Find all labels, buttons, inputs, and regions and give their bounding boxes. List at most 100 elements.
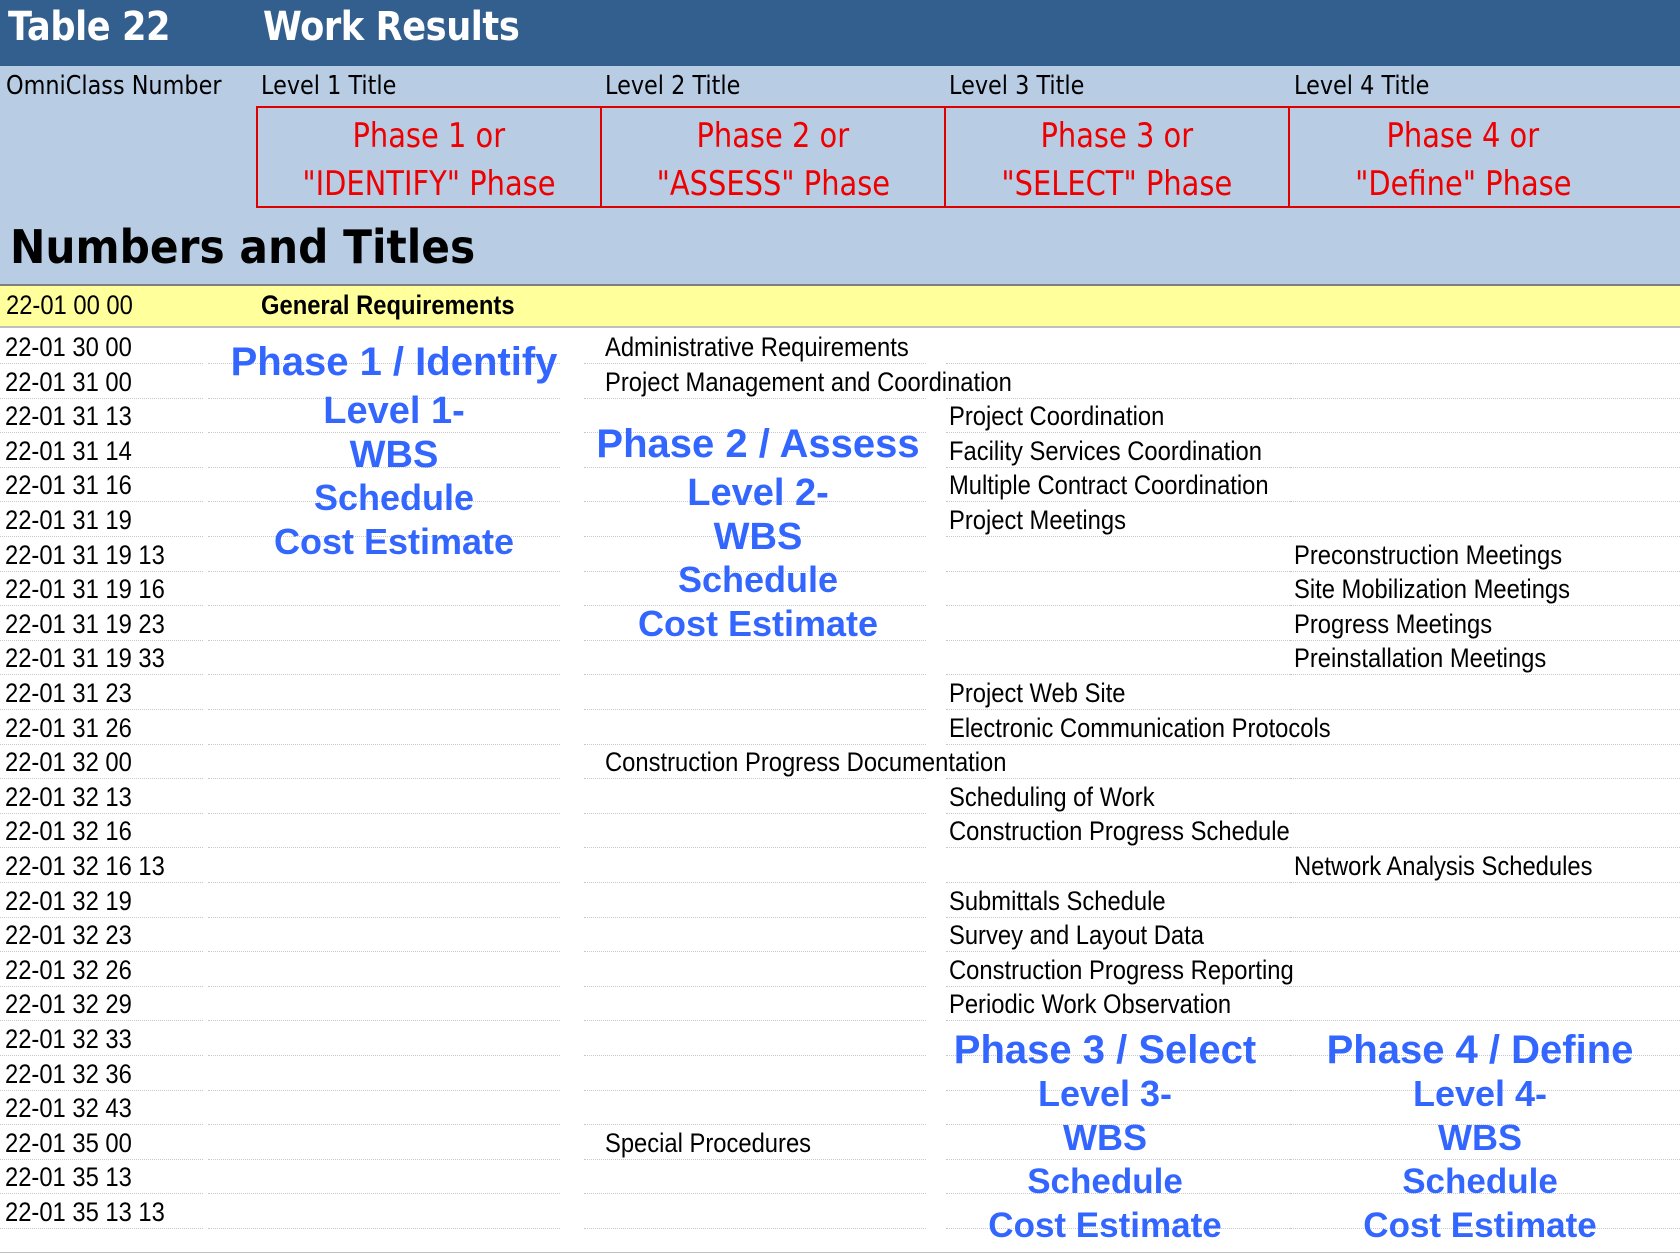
row-title: Project Meetings (949, 505, 1126, 535)
phase-2-line1: Phase 2 or (696, 116, 850, 156)
row-number: 22-01 32 16 (5, 816, 132, 847)
row-number: 22-01 35 13 13 (5, 1197, 165, 1227)
overlay-line: Phase 1 / Identify (230, 340, 558, 384)
row-number: 22-01 32 43 (5, 1093, 132, 1124)
section-title: Numbers and Titles (10, 220, 476, 274)
table-row[interactable]: 22-01 32 23 Survey and Layout Data (0, 917, 1680, 953)
row-number: 22-01 31 14 (5, 435, 132, 466)
row-title: Electronic Communication Protocols (949, 712, 1331, 743)
row-number: 22-01 31 19 23 (5, 608, 165, 639)
overlay-line: WBS (1063, 1117, 1147, 1158)
general-title: General Requirements (261, 290, 515, 320)
overlay-line: Level 2- (687, 472, 829, 514)
column-header-level-3[interactable]: Level 3 Title (949, 71, 1084, 101)
overlay-line: Schedule (1402, 1162, 1558, 1201)
table-name: Work Results (263, 4, 520, 50)
phase-1-box: Phase 1 or "IDENTIFY" Phase (256, 106, 602, 208)
overlay-line: Phase 3 / Select (953, 1028, 1257, 1072)
row-title: Scheduling of Work (949, 781, 1155, 812)
column-header-level-4[interactable]: Level 4 Title (1294, 71, 1429, 101)
phase-4-line2: "Define" Phase (1354, 164, 1572, 204)
overlay-line: Cost Estimate (637, 603, 879, 644)
table-row[interactable]: 22-01 32 19 Submittals Schedule (0, 883, 1680, 918)
column-header-row: OmniClass Number Level 1 Title Level 2 T… (0, 66, 1680, 106)
overlay-line: Level 4- (1412, 1073, 1548, 1114)
table-row[interactable]: 22-01 32 26 Construction Progress Reporti… (0, 952, 1680, 987)
row-number: 22-01 32 33 (5, 1024, 132, 1054)
column-header-omniclass-number[interactable]: OmniClass Number (6, 71, 222, 101)
column-header-level-2[interactable]: Level 2 Title (605, 71, 740, 101)
overlay-line: Level 3- (1037, 1073, 1173, 1114)
table-row[interactable]: 22-01 31 19 33 Preinstallation Meetings (0, 640, 1680, 676)
bottom-divider (0, 1252, 1680, 1253)
row-number: 22-01 31 00 (5, 366, 132, 397)
row-number: 22-01 31 19 13 (5, 539, 165, 570)
row-number: 22-01 31 26 (5, 712, 132, 743)
row-title: Progress Meetings (1294, 608, 1493, 639)
section-title-band: Numbers and Titles (0, 212, 1680, 286)
phase-1-line1: Phase 1 or (352, 116, 506, 156)
row-title: Project Web Site (949, 678, 1126, 708)
row-number: 22-01 30 00 (5, 332, 132, 362)
phase-2-box: Phase 2 or "ASSESS" Phase (600, 106, 946, 208)
table-number: Table 22 (8, 4, 171, 50)
overlay-line: WBS (1438, 1117, 1522, 1158)
row-title: Special Procedures (605, 1127, 812, 1158)
overlay-line: Cost Estimate (273, 521, 515, 562)
overlay-line: WBS (713, 516, 803, 558)
row-number: 22-01 31 19 33 (5, 643, 165, 674)
table-row[interactable]: 22-01 32 16 Construction Progress Schedul… (0, 813, 1680, 849)
overlay-line: Cost Estimate (1363, 1206, 1597, 1245)
row-number: 22-01 35 13 (5, 1162, 132, 1193)
phase-3-line2: "SELECT" Phase (1001, 164, 1233, 204)
column-header-level-1[interactable]: Level 1 Title (261, 71, 396, 101)
row-number: 22-01 32 23 (5, 920, 132, 951)
row-title: Project Coordination (949, 401, 1165, 432)
row-title: Project Management and Coordination (605, 366, 1012, 397)
row-gridline (208, 1228, 560, 1229)
overlay-line: Cost Estimate (988, 1206, 1222, 1245)
overlay-line: Schedule (1027, 1162, 1183, 1201)
overlay-line: Phase 4 / Define (1326, 1028, 1634, 1072)
phase-4-box: Phase 4 or "Define" Phase (1288, 106, 1680, 208)
general-requirements-row[interactable]: 22-01 00 00 General Requirements (0, 286, 1680, 328)
row-title: Preconstruction Meetings (1294, 539, 1563, 570)
table-row[interactable]: 22-01 31 23 Project Web Site (0, 675, 1680, 710)
row-title: Facility Services Coordination (949, 435, 1262, 466)
phase-3-box: Phase 3 or "SELECT" Phase (944, 106, 1290, 208)
row-title: Construction Progress Documentation (605, 747, 1007, 778)
row-title: Network Analysis Schedules (1294, 851, 1593, 881)
row-number: 22-01 32 00 (5, 747, 132, 778)
row-title: Preinstallation Meetings (1294, 643, 1547, 674)
row-number: 22-01 32 36 (5, 1058, 132, 1089)
row-number: 22-01 32 29 (5, 989, 132, 1020)
row-number: 22-01 32 26 (5, 954, 132, 985)
table-row[interactable]: 22-01 31 26 Electronic Communication Prot… (0, 710, 1680, 745)
overlay-line: Schedule (677, 559, 839, 600)
row-gridline (584, 1228, 926, 1229)
table-row[interactable]: 22-01 32 29 Periodic Work Observation (0, 986, 1680, 1022)
row-number: 22-01 35 00 (5, 1127, 132, 1158)
row-title: Site Mobilization Meetings (1294, 574, 1571, 605)
row-title: Construction Progress Reporting (949, 954, 1294, 985)
phase-3-line1: Phase 3 or (1040, 116, 1194, 156)
title-bar: Table 22 Work Results (0, 0, 1680, 66)
table-row[interactable]: 22-01 32 16 13 Network Analysis Schedules (0, 848, 1680, 883)
row-title: Submittals Schedule (949, 885, 1166, 916)
overlay-line: WBS (349, 434, 439, 476)
row-number: 22-01 31 19 (5, 505, 132, 535)
phase-2-line2: "ASSESS" Phase (656, 164, 890, 204)
overlay-line: Schedule (313, 477, 475, 518)
row-title: Survey and Layout Data (949, 920, 1204, 951)
row-number: 22-01 31 13 (5, 401, 132, 432)
row-number: 22-01 32 13 (5, 781, 132, 812)
table-row[interactable]: 22-01 32 00 Construction Progress Documen… (0, 744, 1680, 780)
overlay-line: Level 1- (323, 390, 465, 432)
row-title: Construction Progress Schedule (949, 816, 1290, 847)
row-number: 22-01 31 16 (5, 470, 132, 501)
row-number: 22-01 32 19 (5, 885, 132, 916)
row-number: 22-01 32 16 13 (5, 851, 165, 881)
table-row[interactable]: 22-01 32 13 Scheduling of Work (0, 779, 1680, 814)
row-number: 22-01 31 23 (5, 678, 132, 708)
row-title: Multiple Contract Coordination (949, 470, 1269, 501)
